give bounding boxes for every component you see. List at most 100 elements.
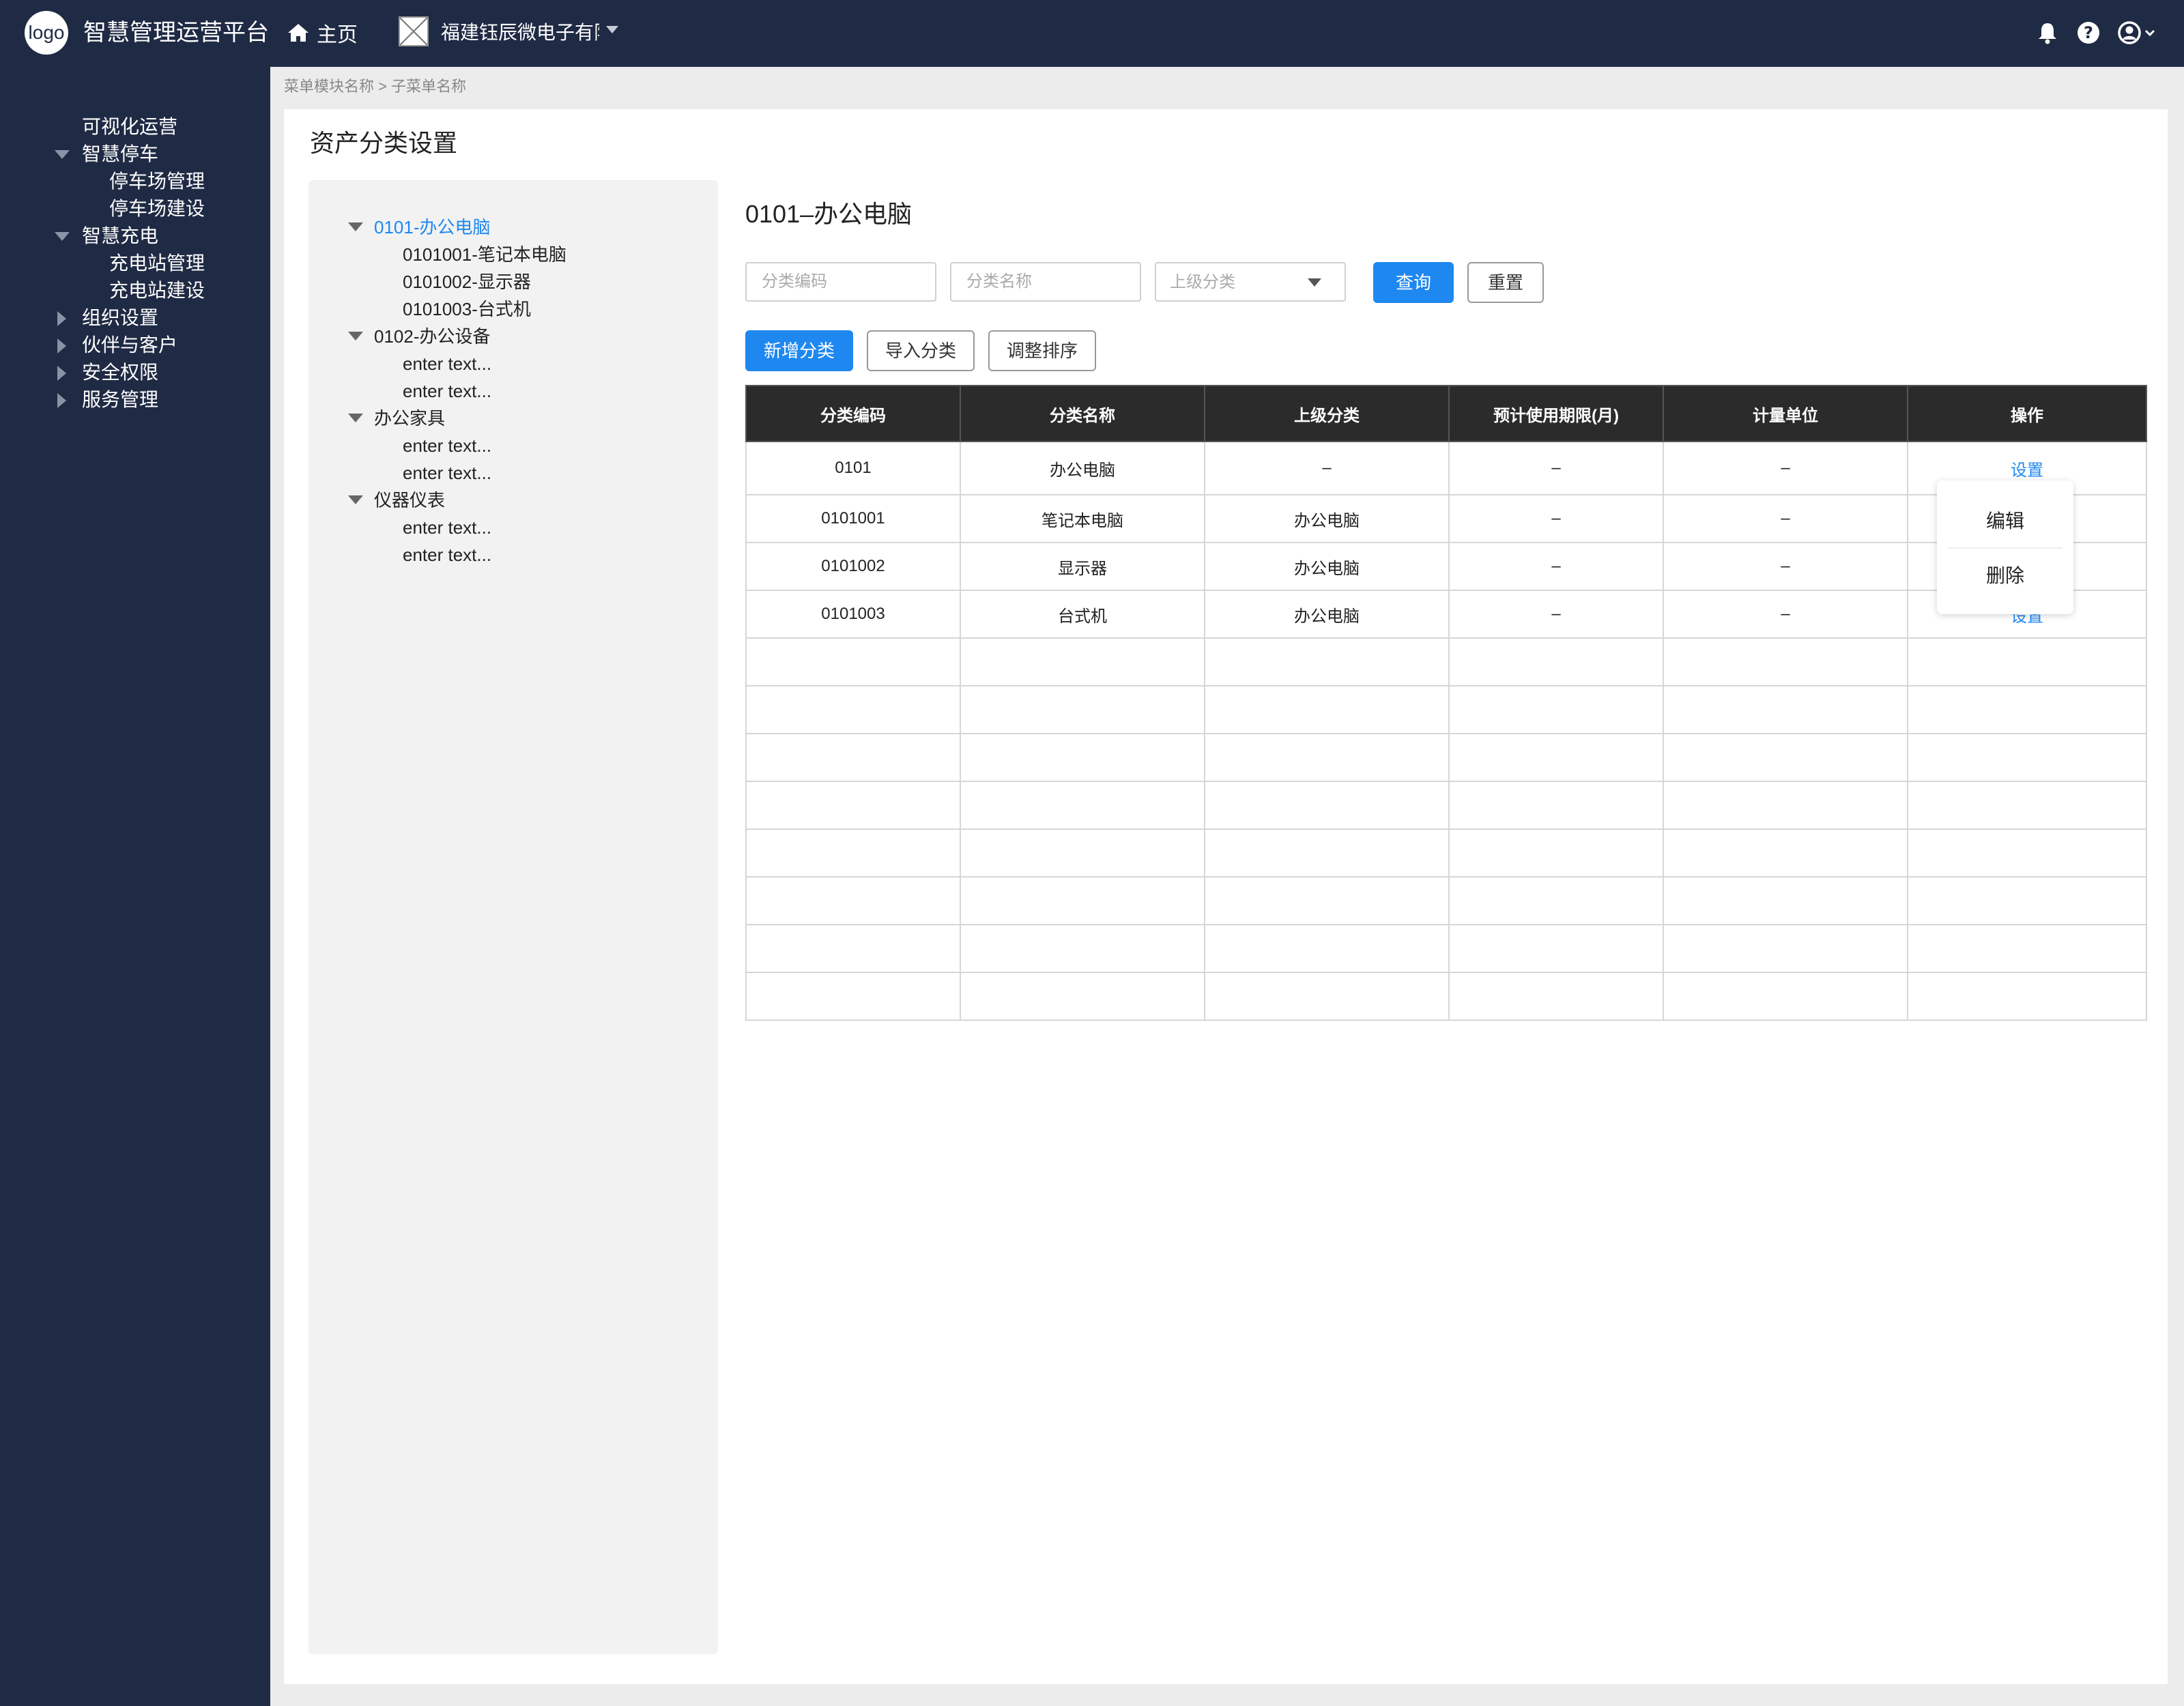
- tree-node[interactable]: 办公家具: [374, 405, 445, 431]
- table-cell: [960, 876, 1205, 925]
- table-row-empty: [745, 972, 2147, 1021]
- tree-node[interactable]: enter text...: [403, 515, 491, 540]
- tree-node[interactable]: enter text...: [403, 378, 491, 404]
- column-header: 预计使用期限(月): [1448, 385, 1664, 442]
- table-cell: –: [1448, 590, 1664, 639]
- table-cell: [1448, 924, 1664, 973]
- tree-node[interactable]: 0101002-显示器: [403, 269, 531, 295]
- parent-category-select[interactable]: 上级分类: [1155, 262, 1346, 302]
- sidebar-item-visual-ops[interactable]: 可视化运营: [82, 113, 177, 141]
- divider: [1948, 547, 2063, 549]
- sidebar-item-parking-manage[interactable]: 停车场管理: [109, 168, 205, 195]
- table-cell: [1663, 781, 1908, 830]
- home-label: 主页: [317, 24, 358, 46]
- table-row-empty: [745, 781, 2147, 830]
- parent-category-placeholder: 上级分类: [1170, 273, 1235, 291]
- sidebar-item-parking-build[interactable]: 停车场建设: [109, 195, 205, 222]
- tree-node[interactable]: 0101003-台式机: [403, 296, 531, 322]
- table-row-empty: [745, 685, 2147, 734]
- top-bar: logo 智慧管理运营平台 主页 福建钰辰微电子有限公司 ?: [0, 0, 2184, 67]
- caret-down-icon[interactable]: [348, 332, 363, 341]
- sidebar-item-service[interactable]: 服务管理: [82, 386, 158, 414]
- table-cell: [1448, 828, 1664, 878]
- table-cell: –: [1204, 441, 1450, 495]
- caret-right-icon[interactable]: [57, 366, 66, 381]
- table-cell: [960, 924, 1205, 973]
- name-input[interactable]: [950, 262, 1141, 302]
- home-link[interactable]: 主页: [287, 18, 358, 48]
- sidebar-item-partners[interactable]: 伙伴与客户: [82, 332, 177, 359]
- table-cell: [1907, 972, 2147, 1021]
- adjust-sort-button[interactable]: 调整排序: [988, 330, 1096, 371]
- caret-down-icon[interactable]: [348, 222, 363, 231]
- reset-button[interactable]: 重置: [1467, 262, 1544, 303]
- home-icon: [288, 24, 308, 42]
- table-cell: [1663, 828, 1908, 878]
- query-button[interactable]: 查询: [1373, 262, 1454, 303]
- column-header: 上级分类: [1204, 385, 1450, 442]
- table-cell: [1448, 733, 1664, 782]
- table-cell: [1907, 685, 2147, 734]
- table-cell: –: [1448, 542, 1664, 591]
- user-avatar-icon[interactable]: [2116, 19, 2159, 46]
- chevron-down-icon[interactable]: [606, 26, 618, 33]
- caret-down-icon[interactable]: [55, 232, 70, 241]
- tree-node[interactable]: 仪器仪表: [374, 487, 445, 513]
- tree-node[interactable]: 0101001-笔记本电脑: [403, 242, 566, 268]
- table-cell: [960, 828, 1205, 878]
- caret-right-icon[interactable]: [57, 338, 66, 353]
- column-header: 分类编码: [745, 385, 961, 442]
- sidebar-item-security[interactable]: 安全权限: [82, 359, 158, 386]
- table-cell: [1448, 876, 1664, 925]
- table-cell: –: [1663, 590, 1908, 639]
- caret-down-icon[interactable]: [55, 150, 70, 159]
- table-cell: [1907, 876, 2147, 925]
- table-cell: 办公电脑: [1204, 542, 1450, 591]
- caret-down-icon[interactable]: [348, 495, 363, 504]
- table-cell: 办公电脑: [1204, 590, 1450, 639]
- import-category-button[interactable]: 导入分类: [867, 330, 975, 371]
- table-cell: 笔记本电脑: [960, 494, 1205, 543]
- table-cell: 台式机: [960, 590, 1205, 639]
- table-header-row: 分类编码 分类名称 上级分类 预计使用期限(月) 计量单位 操作: [745, 385, 2147, 442]
- table-cell: [745, 781, 961, 830]
- table-cell: [1907, 637, 2147, 686]
- bell-icon[interactable]: [2034, 19, 2061, 46]
- table-cell: [1663, 733, 1908, 782]
- tree-node-selected[interactable]: 0101-办公电脑: [374, 214, 491, 240]
- delete-menu-item[interactable]: 删除: [1937, 562, 2073, 590]
- tree-node[interactable]: enter text...: [403, 542, 491, 568]
- table-cell: [1663, 876, 1908, 925]
- table-cell: [1204, 924, 1450, 973]
- table-cell: –: [1663, 494, 1908, 543]
- category-tree-panel: [308, 180, 718, 1654]
- column-header: 计量单位: [1663, 385, 1908, 442]
- code-input[interactable]: [745, 262, 936, 302]
- table-cell: –: [1663, 441, 1908, 495]
- add-category-button[interactable]: 新增分类: [745, 330, 853, 371]
- tree-node[interactable]: enter text...: [403, 351, 491, 377]
- sidebar-item-org[interactable]: 组织设置: [82, 304, 158, 332]
- help-icon[interactable]: ?: [2075, 19, 2102, 46]
- caret-right-icon[interactable]: [57, 393, 66, 408]
- table-cell: [1663, 972, 1908, 1021]
- table-cell: [1204, 637, 1450, 686]
- sidebar-item-parking[interactable]: 智慧停车: [82, 141, 158, 168]
- tree-node[interactable]: 0102-办公设备: [374, 323, 491, 349]
- table-cell: [1204, 733, 1450, 782]
- table-cell: –: [1448, 494, 1664, 543]
- table-cell: [960, 637, 1205, 686]
- sidebar-item-charging-manage[interactable]: 充电站管理: [109, 250, 205, 277]
- table-cell: 0101001: [745, 494, 961, 543]
- app-title: 智慧管理运营平台: [83, 20, 269, 46]
- sidebar-item-charging-build[interactable]: 充电站建设: [109, 277, 205, 304]
- tree-node[interactable]: enter text...: [403, 433, 491, 459]
- caret-right-icon[interactable]: [57, 311, 66, 326]
- column-header: 分类名称: [960, 385, 1205, 442]
- caret-down-icon[interactable]: [348, 414, 363, 422]
- tree-node[interactable]: enter text...: [403, 460, 491, 486]
- company-selector[interactable]: 福建钰辰微电子有限公司: [441, 19, 599, 46]
- edit-menu-item[interactable]: 编辑: [1937, 508, 2073, 535]
- breadcrumb: 菜单模块名称 > 子菜单名称: [284, 78, 467, 95]
- sidebar-item-charging[interactable]: 智慧充电: [82, 222, 158, 250]
